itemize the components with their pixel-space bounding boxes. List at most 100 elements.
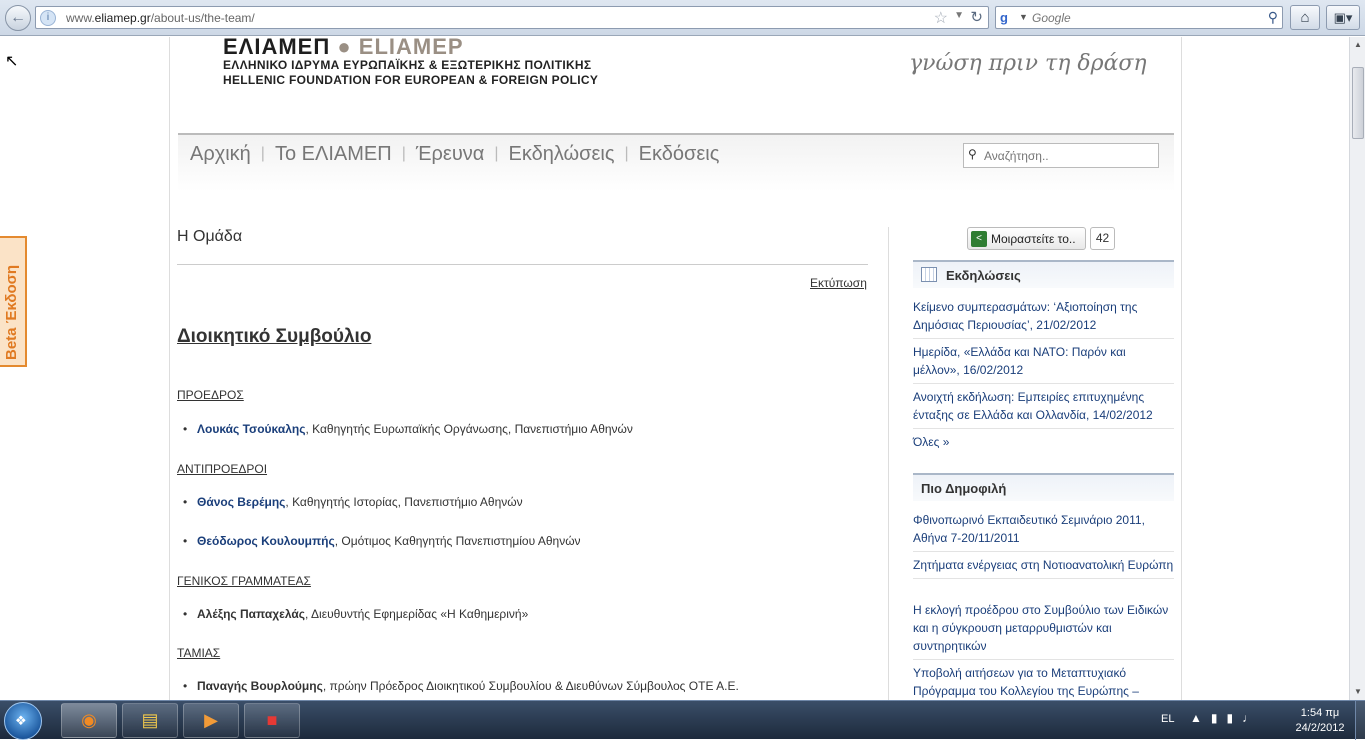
taskbar-firefox[interactable]: ◉ [61, 703, 117, 738]
share-button[interactable]: < Μοιραστείτε το.. [967, 227, 1086, 250]
popular-heading: Πιο Δημοφιλή [913, 473, 1174, 501]
site-identity-icon[interactable]: i [40, 10, 56, 26]
member-name-link[interactable]: Λουκάς Τσούκαλης [197, 422, 305, 436]
events-heading: Εκδηλώσεις [913, 260, 1174, 288]
system-clock[interactable]: 1:54 πμ 24/2/2012 [1290, 706, 1350, 736]
event-item[interactable]: Ανοιχτή εκδήλωση: Εμπειρίες επιτυχημένης… [913, 388, 1174, 429]
folder-icon: ▤ [141, 710, 159, 730]
member-desc: , Ομότιμος Καθηγητής Πανεπιστημίου Αθηνώ… [334, 534, 581, 548]
nav-publications[interactable]: Εκδόσεις [639, 143, 720, 166]
windows-logo-icon: ❖ [15, 713, 27, 728]
nav-separator: | [401, 145, 406, 162]
clock-time: 1:54 πμ [1300, 707, 1340, 719]
search-icon[interactable]: ⚲ [1268, 9, 1278, 26]
all-events-link[interactable]: Όλες » [913, 435, 949, 449]
member-item: • Λουκάς Τσούκαλης, Καθηγητής Ευρωπαϊκής … [183, 422, 633, 436]
show-desktop-button[interactable] [1355, 701, 1365, 740]
site-search-icon[interactable]: ⚲ [968, 147, 977, 161]
beta-tab-label[interactable]: Beta Έκδοση [3, 265, 20, 360]
tray-expand-icon[interactable]: ▲ [1190, 711, 1211, 725]
nav-separator: | [494, 145, 499, 162]
popular-item[interactable]: Φθινοπωρινό Εκπαιδευτικό Σεμινάριο 2011,… [913, 511, 1174, 552]
nav-about[interactable]: Το ΕΛΙΑΜΕΠ [275, 143, 392, 166]
browser-search-placeholder[interactable]: Google [1032, 11, 1071, 25]
scroll-thumb[interactable] [1352, 67, 1364, 139]
member-desc: , Καθηγητής Ιστορίας, Πανεπιστήμιο Αθηνώ… [285, 495, 523, 509]
events-heading-text: Εκδηλώσεις [946, 268, 1021, 283]
member-desc: , Καθηγητής Ευρωπαϊκής Οργάνωσης, Πανεπι… [305, 422, 633, 436]
site-search-input[interactable] [984, 146, 1154, 165]
home-button[interactable]: ⌂ [1290, 5, 1320, 30]
print-link[interactable]: Εκτύπωση [810, 276, 867, 290]
clock-date: 24/2/2012 [1295, 722, 1345, 734]
title-divider [177, 264, 868, 265]
scroll-up-icon[interactable]: ▲ [1350, 37, 1365, 53]
popular-item[interactable]: Η εκλογή προέδρου στο Συμβούλιο των Ειδι… [913, 601, 1174, 660]
nav-items: Αρχική | Το ΕΛΙΑΜΕΠ | Έρευνα | Εκδηλώσεις | Εκδό… [190, 143, 719, 166]
popular-item[interactable]: Ζητήματα ενέργειας στη Νοτιοανατολική Ευ… [913, 556, 1174, 579]
language-indicator[interactable]: EL [1161, 713, 1174, 725]
share-count: 42 [1090, 227, 1115, 250]
member-item: • Θάνος Βερέμης, Καθηγητής Ιστορίας, Πανε… [183, 495, 523, 509]
member-name-link[interactable]: Θάνος Βερέμης [197, 495, 285, 509]
bullet: • [183, 679, 188, 693]
logo-greek[interactable]: ΕΛΙΑΜΕΠ [223, 37, 330, 59]
member-item: • Θεόδωρος Κουλουμπής, Ομότιμος Καθηγητής… [183, 534, 581, 548]
member-name-link[interactable]: Θεόδωρος Κουλουμπής [197, 534, 335, 548]
scroll-down-icon[interactable]: ▼ [1350, 684, 1365, 700]
pdf-icon: ■ [266, 710, 278, 730]
reload-icon[interactable]: ↻ [970, 8, 983, 26]
member-desc: , πρώην Πρόεδρος Διοικητικού Συμβουλίου … [322, 679, 739, 693]
browser-search-bar[interactable]: g ▼ Google ⚲ [995, 6, 1283, 29]
back-button[interactable]: ← [5, 5, 31, 31]
network-icon[interactable]: ▮ [1227, 711, 1243, 725]
firefox-icon: ◉ [81, 710, 97, 730]
column-divider [888, 227, 889, 700]
nav-separator: | [624, 145, 629, 162]
share-icon: < [971, 231, 987, 247]
mouse-cursor-icon: ↖ [5, 53, 19, 70]
role-vice-presidents: ΑΝΤΙΠΡΟΕΔΡΟΙ [177, 462, 268, 476]
bullet: • [183, 422, 188, 436]
url-text[interactable]: www.eliamep.gr/about-us/the-team/ [66, 11, 255, 25]
start-button[interactable]: ❖ [4, 702, 42, 740]
event-item[interactable]: Κείμενο συμπερασμάτων: ‘Αξιοποίηση της Δ… [913, 298, 1174, 339]
logo-latin[interactable]: ELIAMEP [359, 37, 464, 59]
page-container: ΕΛΙΑΜΕΠ ● ELIAMEP ΕΛΛΗΝΙΚΟ ΙΔΡΥΜΑ ΕΥΡΩΠΑ… [169, 37, 1182, 700]
bullet: • [183, 607, 188, 621]
google-icon[interactable]: g [1000, 10, 1016, 26]
site-search[interactable]: ⚲ [963, 143, 1159, 168]
bookmark-star-icon[interactable]: ☆ [934, 8, 948, 28]
nav-home[interactable]: Αρχική [190, 143, 251, 166]
bullet: • [183, 495, 188, 509]
popular-item[interactable]: Υποβολή αιτήσεων για το Μεταπτυχιακό Πρό… [913, 664, 1174, 700]
site-logo[interactable]: ΕΛΙΑΜΕΠ ● ELIAMEP [223, 37, 464, 60]
address-bar[interactable]: i www.eliamep.gr/about-us/the-team/ ☆ ▼ … [35, 6, 989, 29]
taskbar-explorer[interactable]: ▤ [122, 703, 178, 738]
role-secretary-general: ΓΕΝΙΚΟΣ ΓΡΑΜΜΑΤΕΑΣ [177, 574, 311, 588]
beta-feedback-tab[interactable]: Beta Έκδοση [0, 236, 27, 367]
nav-research[interactable]: Έρευνα [416, 143, 484, 166]
main-nav: Αρχική | Το ΕΛΙΑΜΕΠ | Έρευνα | Εκδηλώσεις | Εκδό… [178, 133, 1174, 191]
page-scrollbar[interactable]: ▲ ▼ [1349, 37, 1365, 700]
nav-separator: | [260, 145, 265, 162]
share-label: Μοιραστείτε το.. [991, 232, 1076, 246]
history-dropdown-icon[interactable]: ▼ [954, 10, 964, 21]
calendar-icon [921, 267, 937, 282]
tagline: γνώση πριν τη δράση [909, 51, 1147, 76]
taskbar-media-player[interactable]: ▶ [183, 703, 239, 738]
volume-icon[interactable]: ♩ [1242, 711, 1263, 725]
taskbar-pdf-reader[interactable]: ■ [244, 703, 300, 738]
nav-events[interactable]: Εκδηλώσεις [508, 143, 614, 166]
tray-device-icon[interactable]: ▮ [1211, 711, 1227, 725]
event-item[interactable]: Ημερίδα, «Ελλάδα και ΝΑΤΟ: Παρόν και μέλ… [913, 343, 1174, 384]
page-title: Η Ομάδα [177, 228, 243, 245]
member-desc: , Διευθυντής Εφημερίδας «Η Καθημερινή» [305, 607, 529, 621]
role-president: ΠΡΟΕΔΡΟΣ [177, 388, 244, 402]
member-item: • Παναγής Βουρλούμης, πρώην Πρόεδρος Διοι… [183, 679, 739, 693]
popular-heading-text: Πιο Δημοφιλή [921, 481, 1007, 496]
addon-menu-button[interactable]: ▣▾ [1326, 5, 1360, 30]
browser-toolbar: ← i www.eliamep.gr/about-us/the-team/ ☆ … [0, 0, 1365, 36]
section-title: Διοικητικό Συμβούλιο [177, 326, 372, 347]
engine-dropdown-icon[interactable]: ▼ [1019, 12, 1028, 22]
